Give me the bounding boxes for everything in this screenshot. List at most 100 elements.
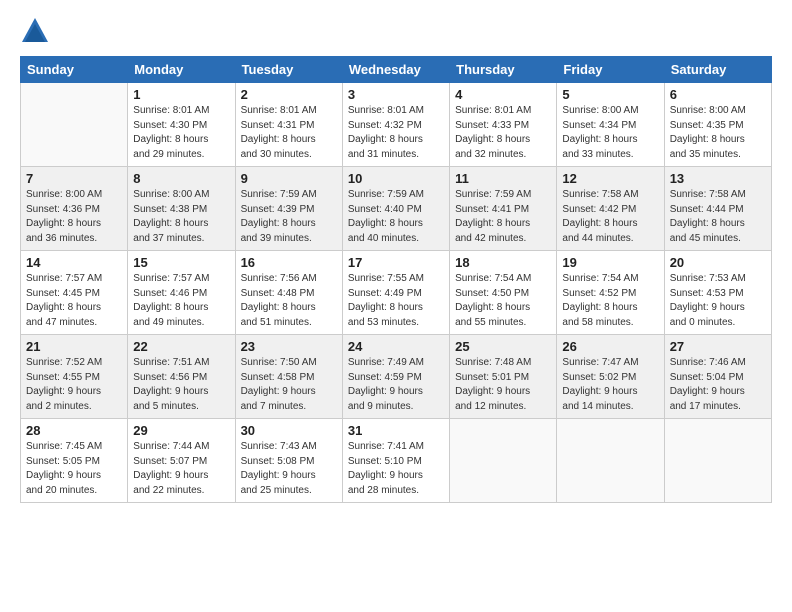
day-info: Sunrise: 7:54 AM Sunset: 4:52 PM Dayligh… [562, 272, 658, 330]
day-number: 23 [241, 339, 337, 354]
day-number: 13 [670, 171, 766, 186]
day-number: 1 [133, 87, 229, 102]
day-number: 30 [241, 423, 337, 438]
day-info: Sunrise: 7:59 AM Sunset: 4:39 PM Dayligh… [241, 188, 337, 246]
day-number: 5 [562, 87, 658, 102]
weekday-header-monday: Monday [128, 57, 235, 83]
day-info: Sunrise: 8:00 AM Sunset: 4:36 PM Dayligh… [26, 188, 122, 246]
day-number: 25 [455, 339, 551, 354]
day-info: Sunrise: 7:50 AM Sunset: 4:58 PM Dayligh… [241, 356, 337, 414]
calendar-cell: 20Sunrise: 7:53 AM Sunset: 4:53 PM Dayli… [664, 251, 771, 335]
day-info: Sunrise: 7:55 AM Sunset: 4:49 PM Dayligh… [348, 272, 444, 330]
calendar-cell: 21 Sunrise: 7:52 AM Sunset: 4:55 PM Dayli… [21, 335, 128, 419]
calendar-cell: 13 Sunrise: 7:58 AM Sunset: 4:44 PM Dayli… [664, 167, 771, 251]
day-number: 7 [26, 171, 122, 186]
day-number: 24 [348, 339, 444, 354]
day-info: Sunrise: 7:56 AM Sunset: 4:48 PM Dayligh… [241, 272, 337, 330]
day-number: 20 [670, 255, 766, 270]
calendar-cell [450, 419, 557, 503]
calendar-cell: 25 Sunrise: 7:48 AM Sunset: 5:01 PM Dayli… [450, 335, 557, 419]
day-number: 19 [562, 255, 658, 270]
calendar-cell: 23 Sunrise: 7:50 AM Sunset: 4:58 PM Dayli… [235, 335, 342, 419]
calendar-cell: 18 Sunrise: 7:54 AM Sunset: 4:50 PM Dayli… [450, 251, 557, 335]
calendar-cell: 27 Sunrise: 7:46 AM Sunset: 5:04 PM Dayli… [664, 335, 771, 419]
day-info: Sunrise: 7:44 AM Sunset: 5:07 PM Dayligh… [133, 440, 229, 498]
day-number: 11 [455, 171, 551, 186]
day-number: 17 [348, 255, 444, 270]
day-info: Sunrise: 7:46 AM Sunset: 5:04 PM Dayligh… [670, 356, 766, 414]
day-info: Sunrise: 7:54 AM Sunset: 4:50 PM Dayligh… [455, 272, 551, 330]
calendar-cell: 7 Sunrise: 8:00 AM Sunset: 4:36 PM Daylig… [21, 167, 128, 251]
calendar-cell: 1 Sunrise: 8:01 AM Sunset: 4:30 PM Daylig… [128, 83, 235, 167]
day-info: Sunrise: 8:01 AM Sunset: 4:30 PM Dayligh… [133, 104, 229, 162]
day-number: 6 [670, 87, 766, 102]
day-number: 10 [348, 171, 444, 186]
day-number: 14 [26, 255, 122, 270]
day-number: 8 [133, 171, 229, 186]
day-number: 9 [241, 171, 337, 186]
calendar-cell: 29 Sunrise: 7:44 AM Sunset: 5:07 PM Dayli… [128, 419, 235, 503]
day-number: 22 [133, 339, 229, 354]
calendar-cell: 12 Sunrise: 7:58 AM Sunset: 4:42 PM Dayli… [557, 167, 664, 251]
day-number: 16 [241, 255, 337, 270]
week-row-2: 7 Sunrise: 8:00 AM Sunset: 4:36 PM Daylig… [21, 167, 772, 251]
day-number: 2 [241, 87, 337, 102]
weekday-header-thursday: Thursday [450, 57, 557, 83]
week-row-1: 1 Sunrise: 8:01 AM Sunset: 4:30 PM Daylig… [21, 83, 772, 167]
day-info: Sunrise: 8:00 AM Sunset: 4:38 PM Dayligh… [133, 188, 229, 246]
calendar-table: SundayMondayTuesdayWednesdayThursdayFrid… [20, 56, 772, 503]
calendar-cell [21, 83, 128, 167]
day-info: Sunrise: 7:52 AM Sunset: 4:55 PM Dayligh… [26, 356, 122, 414]
day-info: Sunrise: 7:58 AM Sunset: 4:44 PM Dayligh… [670, 188, 766, 246]
day-info: Sunrise: 8:01 AM Sunset: 4:33 PM Dayligh… [455, 104, 551, 162]
day-info: Sunrise: 7:59 AM Sunset: 4:41 PM Dayligh… [455, 188, 551, 246]
calendar-cell: 28Sunrise: 7:45 AM Sunset: 5:05 PM Dayli… [21, 419, 128, 503]
day-info: Sunrise: 8:01 AM Sunset: 4:32 PM Dayligh… [348, 104, 444, 162]
logo [20, 16, 54, 46]
day-number: 12 [562, 171, 658, 186]
calendar-cell: 14Sunrise: 7:57 AM Sunset: 4:45 PM Dayli… [21, 251, 128, 335]
header [20, 16, 772, 46]
day-number: 4 [455, 87, 551, 102]
calendar-cell: 9 Sunrise: 7:59 AM Sunset: 4:39 PM Daylig… [235, 167, 342, 251]
day-number: 31 [348, 423, 444, 438]
day-number: 29 [133, 423, 229, 438]
calendar-cell: 26 Sunrise: 7:47 AM Sunset: 5:02 PM Dayli… [557, 335, 664, 419]
day-info: Sunrise: 7:47 AM Sunset: 5:02 PM Dayligh… [562, 356, 658, 414]
weekday-header-wednesday: Wednesday [342, 57, 449, 83]
day-number: 26 [562, 339, 658, 354]
calendar-cell: 11 Sunrise: 7:59 AM Sunset: 4:41 PM Dayli… [450, 167, 557, 251]
day-number: 15 [133, 255, 229, 270]
day-info: Sunrise: 7:59 AM Sunset: 4:40 PM Dayligh… [348, 188, 444, 246]
calendar-cell: 31Sunrise: 7:41 AM Sunset: 5:10 PM Dayli… [342, 419, 449, 503]
weekday-header-friday: Friday [557, 57, 664, 83]
calendar-cell: 30 Sunrise: 7:43 AM Sunset: 5:08 PM Dayli… [235, 419, 342, 503]
calendar-cell: 2Sunrise: 8:01 AM Sunset: 4:31 PM Daylig… [235, 83, 342, 167]
calendar-cell [557, 419, 664, 503]
day-number: 27 [670, 339, 766, 354]
day-info: Sunrise: 7:45 AM Sunset: 5:05 PM Dayligh… [26, 440, 122, 498]
day-info: Sunrise: 7:48 AM Sunset: 5:01 PM Dayligh… [455, 356, 551, 414]
calendar-cell: 16 Sunrise: 7:56 AM Sunset: 4:48 PM Dayli… [235, 251, 342, 335]
day-number: 18 [455, 255, 551, 270]
calendar-cell [664, 419, 771, 503]
day-info: Sunrise: 7:58 AM Sunset: 4:42 PM Dayligh… [562, 188, 658, 246]
day-info: Sunrise: 7:43 AM Sunset: 5:08 PM Dayligh… [241, 440, 337, 498]
day-info: Sunrise: 7:49 AM Sunset: 4:59 PM Dayligh… [348, 356, 444, 414]
week-row-4: 21 Sunrise: 7:52 AM Sunset: 4:55 PM Dayli… [21, 335, 772, 419]
calendar-cell: 24 Sunrise: 7:49 AM Sunset: 4:59 PM Dayli… [342, 335, 449, 419]
day-info: Sunrise: 7:51 AM Sunset: 4:56 PM Dayligh… [133, 356, 229, 414]
calendar-cell: 5 Sunrise: 8:00 AM Sunset: 4:34 PM Daylig… [557, 83, 664, 167]
calendar-cell: 3 Sunrise: 8:01 AM Sunset: 4:32 PM Daylig… [342, 83, 449, 167]
calendar-cell: 17 Sunrise: 7:55 AM Sunset: 4:49 PM Dayli… [342, 251, 449, 335]
day-info: Sunrise: 7:57 AM Sunset: 4:46 PM Dayligh… [133, 272, 229, 330]
weekday-header-saturday: Saturday [664, 57, 771, 83]
day-number: 21 [26, 339, 122, 354]
calendar-cell: 6 Sunrise: 8:00 AM Sunset: 4:35 PM Daylig… [664, 83, 771, 167]
weekday-header-tuesday: Tuesday [235, 57, 342, 83]
day-info: Sunrise: 8:00 AM Sunset: 4:35 PM Dayligh… [670, 104, 766, 162]
calendar-cell: 19 Sunrise: 7:54 AM Sunset: 4:52 PM Dayli… [557, 251, 664, 335]
day-info: Sunrise: 8:00 AM Sunset: 4:34 PM Dayligh… [562, 104, 658, 162]
weekday-header-row: SundayMondayTuesdayWednesdayThursdayFrid… [21, 57, 772, 83]
day-number: 3 [348, 87, 444, 102]
